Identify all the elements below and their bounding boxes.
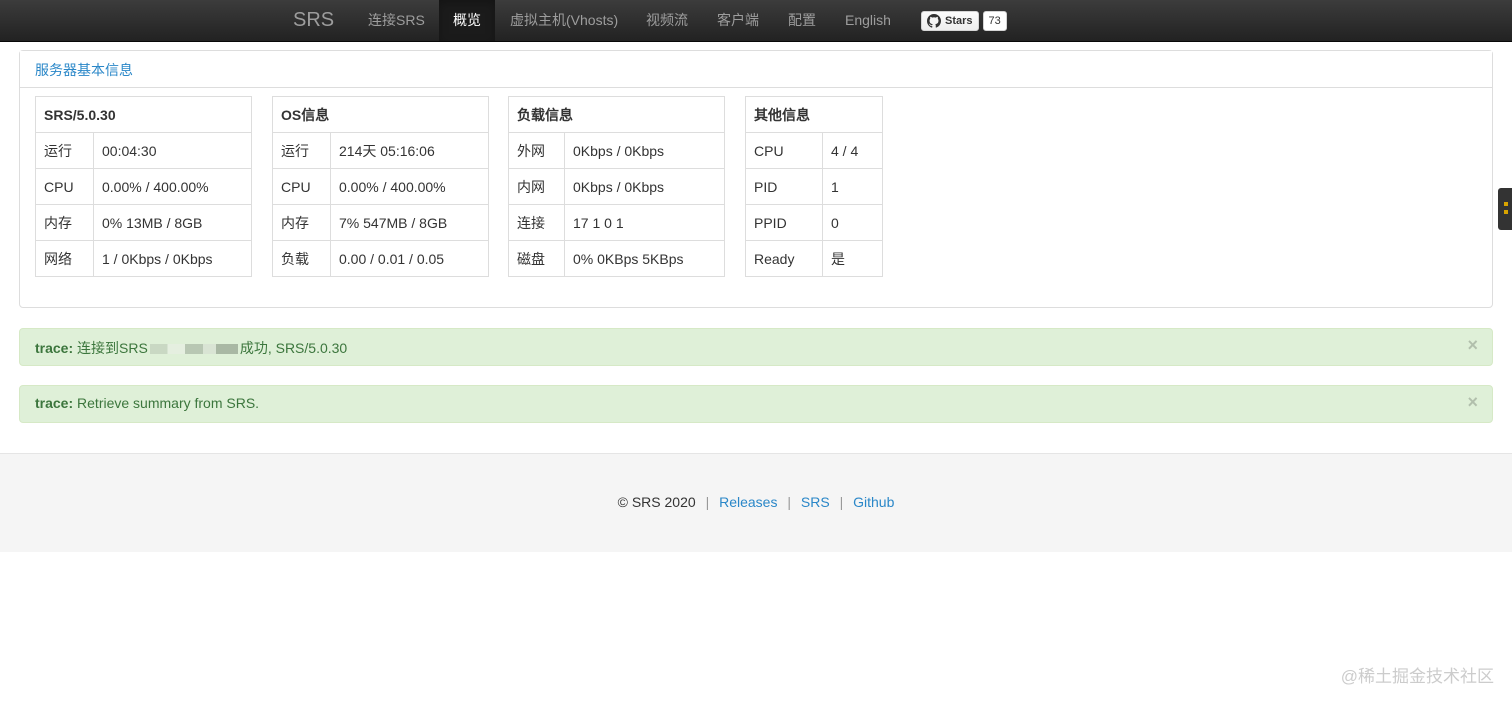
row-label: 连接 bbox=[508, 204, 565, 241]
github-stars-widget: Stars 73 bbox=[921, 11, 1007, 31]
top-navbar: SRS 连接SRS 概览 虚拟主机(Vhosts) 视频流 客户端 配置 Eng… bbox=[0, 0, 1512, 42]
srs-info-table: SRS/5.0.30 运行 00:04:30 CPU 0.00% / 400.00%… bbox=[35, 96, 252, 277]
table-row: CPU 0.00% / 400.00% bbox=[272, 168, 489, 205]
alert-prefix: trace: bbox=[35, 395, 74, 411]
other-info-table: 其他信息 CPU 4 / 4 PID 1 PPID 0 Ready 是 bbox=[745, 96, 883, 277]
trace-alert-summary: trace: Retrieve summary from SRS. × bbox=[19, 385, 1493, 423]
close-icon[interactable]: × bbox=[1467, 335, 1478, 356]
nav-streams[interactable]: 视频流 bbox=[632, 0, 702, 41]
row-value: 1 / 0Kbps / 0Kbps bbox=[93, 240, 252, 277]
nav-config[interactable]: 配置 bbox=[774, 0, 830, 41]
releases-link[interactable]: Releases bbox=[719, 494, 777, 510]
table-row: 磁盘 0% 0KBps 5KBps bbox=[508, 240, 725, 277]
row-value: 4 / 4 bbox=[822, 132, 883, 169]
row-label: 运行 bbox=[35, 132, 94, 169]
footer-separator: | bbox=[705, 494, 710, 510]
row-label: CPU bbox=[35, 168, 94, 205]
row-label: Ready bbox=[745, 240, 823, 277]
os-info-header: OS信息 bbox=[272, 96, 489, 133]
row-label: 运行 bbox=[272, 132, 331, 169]
brand-logo[interactable]: SRS bbox=[293, 9, 334, 32]
other-info-header: 其他信息 bbox=[745, 96, 883, 133]
table-row: PID 1 bbox=[745, 168, 883, 205]
row-label: 负载 bbox=[272, 240, 331, 277]
nav-clients[interactable]: 客户端 bbox=[703, 0, 773, 41]
nav-vhosts[interactable]: 虚拟主机(Vhosts) bbox=[496, 0, 632, 41]
row-value: 0% 13MB / 8GB bbox=[93, 204, 252, 241]
github-link[interactable]: Github bbox=[853, 494, 894, 510]
alert-text-before: 连接到SRS bbox=[77, 340, 148, 356]
github-icon bbox=[927, 14, 941, 28]
row-label: 外网 bbox=[508, 132, 565, 169]
table-row: 网络 1 / 0Kbps / 0Kbps bbox=[35, 240, 252, 277]
load-info-table: 负载信息 外网 0Kbps / 0Kbps 内网 0Kbps / 0Kbps 连接 1… bbox=[508, 96, 725, 277]
redacted-address bbox=[149, 344, 238, 355]
row-value: 1 bbox=[822, 168, 883, 205]
srs-link[interactable]: SRS bbox=[801, 494, 830, 510]
table-row: CPU 0.00% / 400.00% bbox=[35, 168, 252, 205]
table-row: Ready 是 bbox=[745, 240, 883, 277]
table-row: 内存 7% 547MB / 8GB bbox=[272, 204, 489, 241]
row-value: 0.00% / 400.00% bbox=[93, 168, 252, 205]
row-label: CPU bbox=[272, 168, 331, 205]
table-row: 运行 214天 05:16:06 bbox=[272, 132, 489, 169]
nav-english[interactable]: English bbox=[831, 0, 905, 41]
footer-separator: | bbox=[839, 494, 844, 510]
row-value: 0Kbps / 0Kbps bbox=[564, 168, 725, 205]
side-widget-handle[interactable] bbox=[1498, 188, 1512, 230]
nav-connect-srs[interactable]: 连接SRS bbox=[354, 0, 439, 41]
row-label: PPID bbox=[745, 204, 823, 241]
table-row: 内存 0% 13MB / 8GB bbox=[35, 204, 252, 241]
load-info-header: 负载信息 bbox=[508, 96, 725, 133]
row-value: 17 1 0 1 bbox=[564, 204, 725, 241]
table-row: 负载 0.00 / 0.01 / 0.05 bbox=[272, 240, 489, 277]
row-label: 内存 bbox=[272, 204, 331, 241]
row-label: CPU bbox=[745, 132, 823, 169]
copyright-text: © SRS 2020 bbox=[617, 494, 696, 510]
table-row: 连接 17 1 0 1 bbox=[508, 204, 725, 241]
row-value: 0.00 / 0.01 / 0.05 bbox=[330, 240, 489, 277]
srs-info-header: SRS/5.0.30 bbox=[35, 96, 252, 133]
panel-heading: 服务器基本信息 bbox=[20, 51, 1492, 88]
watermark-text: @稀土掘金技术社区 bbox=[1340, 667, 1494, 686]
alert-prefix: trace: bbox=[35, 340, 74, 356]
row-value: 214天 05:16:06 bbox=[330, 132, 489, 169]
footer-content: © SRS 2020 | Releases | SRS | Github bbox=[0, 494, 1512, 510]
table-row: 运行 00:04:30 bbox=[35, 132, 252, 169]
row-value: 0.00% / 400.00% bbox=[330, 168, 489, 205]
row-label: 内存 bbox=[35, 204, 94, 241]
os-info-table: OS信息 运行 214天 05:16:06 CPU 0.00% / 400.00% … bbox=[272, 96, 489, 277]
row-label: 内网 bbox=[508, 168, 565, 205]
row-value: 0 bbox=[822, 204, 883, 241]
row-label: PID bbox=[745, 168, 823, 205]
panel-title: 服务器基本信息 bbox=[35, 62, 133, 78]
row-label: 磁盘 bbox=[508, 240, 565, 277]
github-stars-button[interactable]: Stars bbox=[921, 11, 979, 31]
row-value: 00:04:30 bbox=[93, 132, 252, 169]
row-value: 0Kbps / 0Kbps bbox=[564, 132, 725, 169]
github-stars-label: Stars bbox=[945, 15, 973, 27]
row-value: 是 bbox=[822, 240, 883, 277]
alert-text-after: 成功, SRS/5.0.30 bbox=[239, 340, 348, 356]
table-row: 外网 0Kbps / 0Kbps bbox=[508, 132, 725, 169]
row-label: 网络 bbox=[35, 240, 94, 277]
footer-separator: | bbox=[787, 494, 791, 510]
nav-overview[interactable]: 概览 bbox=[439, 0, 495, 41]
trace-alert-connect: trace: 连接到SRS 成功, SRS/5.0.30 × bbox=[19, 328, 1493, 366]
table-row: 内网 0Kbps / 0Kbps bbox=[508, 168, 725, 205]
close-icon[interactable]: × bbox=[1467, 392, 1478, 413]
footer: © SRS 2020 | Releases | SRS | Github bbox=[0, 453, 1512, 552]
row-value: 7% 547MB / 8GB bbox=[330, 204, 489, 241]
server-info-panel: 服务器基本信息 SRS/5.0.30 运行 00:04:30 CPU 0.00% /… bbox=[19, 50, 1493, 308]
table-row: PPID 0 bbox=[745, 204, 883, 241]
alert-text: Retrieve summary from SRS. bbox=[77, 395, 260, 411]
table-row: CPU 4 / 4 bbox=[745, 132, 883, 169]
row-value: 0% 0KBps 5KBps bbox=[564, 240, 725, 277]
github-stars-count[interactable]: 73 bbox=[982, 11, 1007, 31]
